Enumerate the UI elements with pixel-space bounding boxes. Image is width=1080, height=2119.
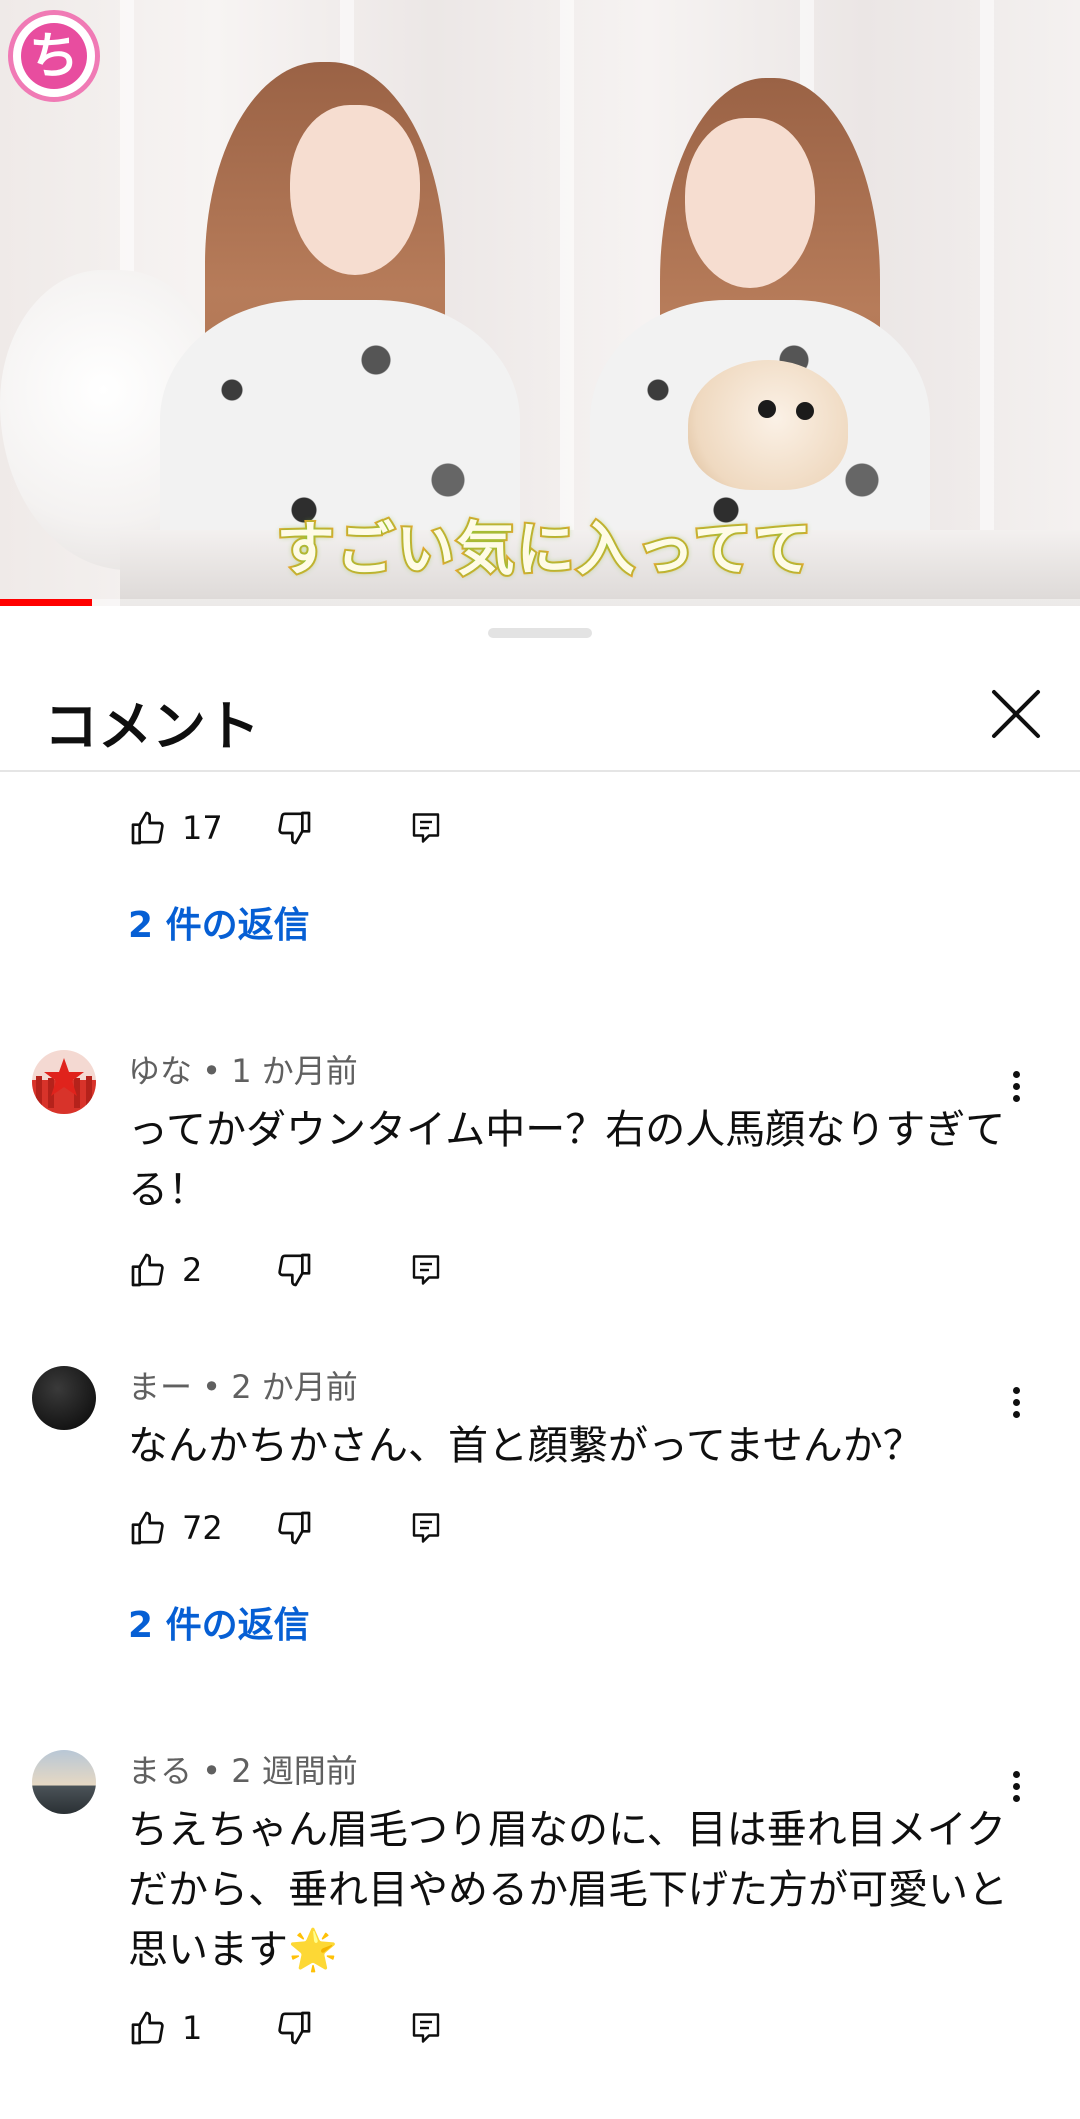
dislike-button[interactable]: [274, 2000, 314, 2056]
avatar-image: [32, 1750, 96, 1814]
more-options-button[interactable]: [994, 1064, 1038, 1108]
like-button[interactable]: 2: [128, 1242, 202, 1298]
dislike-button[interactable]: [274, 800, 314, 856]
thumbs-down-icon: [278, 811, 311, 845]
avatar[interactable]: [32, 1750, 96, 1814]
channel-logo-char: ち: [21, 23, 87, 89]
comment-meta: ゆな • 1 か月前: [128, 1052, 358, 1090]
comment-actions: 72: [128, 1500, 728, 1556]
curtain-fold: [980, 0, 994, 560]
chihuahua: [688, 360, 848, 490]
video-player[interactable]: すごい気に入ってて ち: [0, 0, 1080, 606]
comment-meta: まる • 2 週間前: [128, 1752, 358, 1790]
comment-text: ちえちゃん眉毛つり眉なのに、目は垂れ目メイクだから、垂れ目やめるか眉毛下げた方が…: [128, 1807, 1008, 1973]
more-options-button[interactable]: [994, 1380, 1038, 1424]
reply-button[interactable]: [408, 2000, 444, 2056]
comment-meta: まー • 2 か月前: [128, 1368, 358, 1406]
like-button[interactable]: 72: [128, 1500, 223, 1556]
close-icon: [992, 690, 1040, 738]
like-count: 72: [182, 1509, 223, 1547]
thumbs-down-icon: [278, 1511, 311, 1545]
curtain-fold: [560, 0, 574, 560]
reply-icon: [412, 1255, 440, 1285]
drag-handle[interactable]: [488, 628, 592, 638]
channel-logo: ち: [8, 10, 100, 102]
more-options-button[interactable]: [994, 1764, 1038, 1808]
like-count: 2: [182, 1251, 203, 1289]
comment-text: なんかちかさん、首と顔繋がってませんか？: [128, 1423, 923, 1469]
reply-button[interactable]: [408, 1242, 444, 1298]
like-count: 1: [182, 2009, 203, 2047]
close-button[interactable]: [984, 682, 1048, 746]
view-replies-link[interactable]: 2 件の返信: [128, 896, 310, 948]
sheet-header: コメント: [0, 662, 1080, 772]
more-vert-icon: [1012, 1770, 1020, 1778]
video-caption: すごい気に入ってて: [274, 513, 814, 585]
reply-button[interactable]: [408, 800, 444, 856]
thumbs-up-icon: [131, 1511, 164, 1545]
comment-text: ってかダウンタイム中ー？右の人馬顔なりすぎてる！: [128, 1107, 1006, 1213]
view-replies-link[interactable]: 2 件の返信: [128, 1596, 310, 1648]
avatar-image: [32, 1050, 96, 1114]
thumbs-down-icon: [278, 1253, 311, 1287]
video-progress-bar[interactable]: [0, 599, 1080, 606]
like-button[interactable]: 17: [128, 800, 223, 856]
more-vert-icon: [1012, 1386, 1020, 1394]
reply-icon: [412, 1513, 440, 1543]
reply-button[interactable]: [408, 1500, 444, 1556]
comment-actions: 2: [128, 1242, 728, 1298]
like-button[interactable]: 1: [128, 2000, 202, 2056]
reply-icon: [412, 2013, 440, 2043]
thumbs-up-icon: [131, 1253, 164, 1287]
avatar[interactable]: [32, 1050, 96, 1114]
comment-actions: 1: [128, 2000, 728, 2056]
more-vert-icon: [1012, 1070, 1020, 1078]
avatar-image: [32, 1366, 96, 1430]
thumbs-down-icon: [278, 2011, 311, 2045]
avatar[interactable]: [32, 1366, 96, 1430]
thumbs-up-icon: [131, 2011, 164, 2045]
like-count: 17: [182, 809, 223, 847]
video-progress-fill: [0, 599, 92, 606]
comment-actions: 17: [128, 800, 728, 856]
dislike-button[interactable]: [274, 1242, 314, 1298]
dislike-button[interactable]: [274, 1500, 314, 1556]
comments-sheet: コメント 17 2 件の返信 ゆな • 1 か月前 ってかダウンタイム中ー？右の…: [0, 606, 1080, 2119]
sheet-title: コメント: [44, 695, 260, 758]
thumbs-up-icon: [131, 811, 164, 845]
reply-icon: [412, 813, 440, 843]
